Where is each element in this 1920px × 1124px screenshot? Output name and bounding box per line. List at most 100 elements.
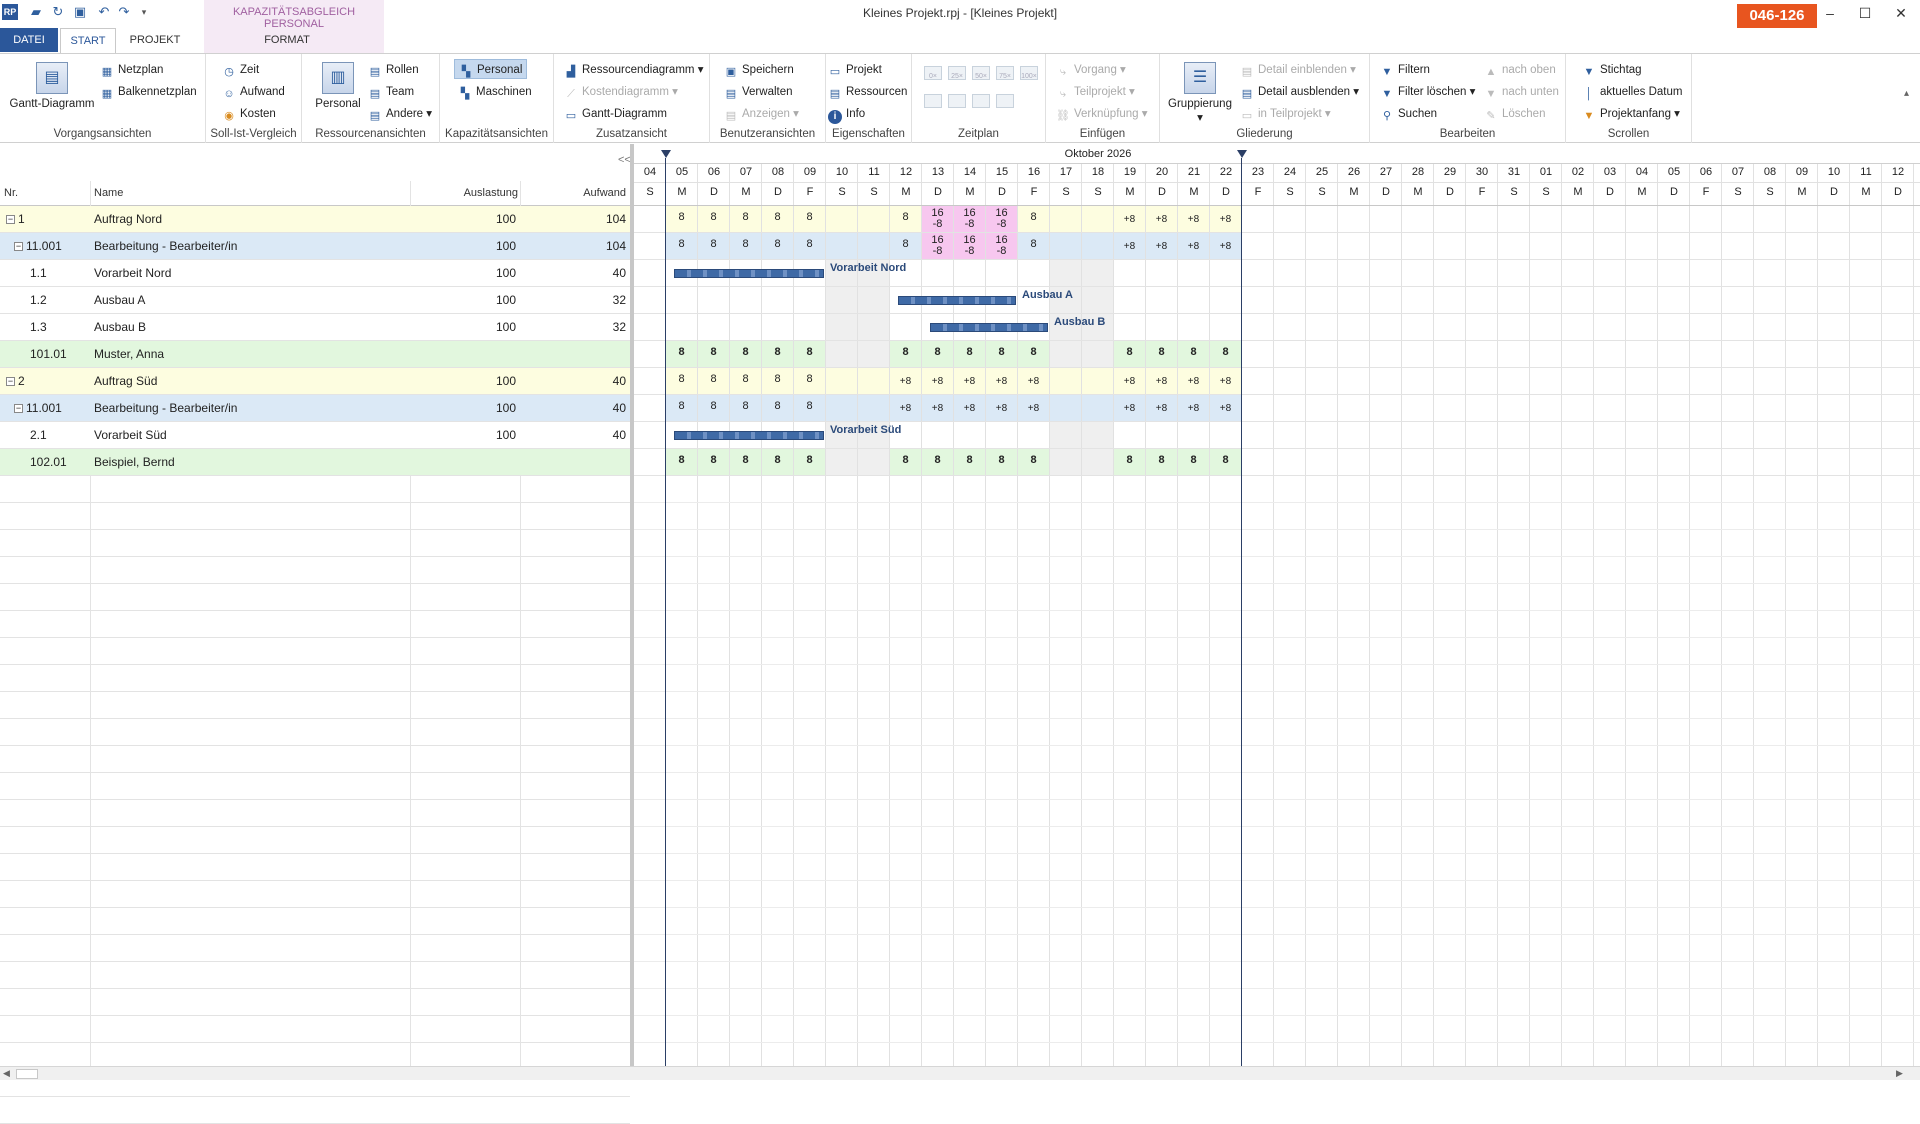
row-gridline (634, 799, 1920, 800)
zoom-75-icon[interactable]: 75× (996, 66, 1014, 80)
ressourcendiagramm-button[interactable]: ▟ Ressourcendiagramm ▾ (564, 60, 704, 80)
personal-table-icon: ▥ (322, 62, 354, 94)
netzplan-button[interactable]: ▦ Netzplan (100, 60, 164, 80)
verknuepfung-insert-button[interactable]: ⛓ Verknüpfung ▾ (1056, 104, 1148, 124)
schedule-tool-2-icon[interactable] (948, 94, 966, 108)
tab-start[interactable]: START (60, 28, 116, 54)
kapazitaet-personal-button[interactable]: ▚ Personal (454, 59, 528, 79)
cell-name: Vorarbeit Süd (94, 428, 167, 442)
table-row[interactable]: −2 Auftrag Süd 100 40 (0, 368, 630, 395)
schedule-tool-4-icon[interactable] (996, 94, 1014, 108)
scroll-right-icon[interactable]: ▶ (1896, 1068, 1903, 1079)
timescale-day-number: 20 (1155, 166, 1169, 178)
scroll-thumb[interactable] (16, 1069, 38, 1079)
table-row[interactable]: −11.001 Bearbeitung - Bearbeiter/in 100 104 (0, 233, 630, 260)
column-header-auslastung[interactable]: Auslastung (410, 187, 518, 199)
verwalten-button[interactable]: ▤ Verwalten (724, 82, 793, 102)
personal-view-button[interactable]: ▥ Personal (312, 62, 364, 110)
timescale-weekday: D (1894, 186, 1902, 198)
zoom-25-icon[interactable]: 25× (948, 66, 966, 80)
gantt-task-bar[interactable] (674, 431, 824, 440)
badge-code: 046-126 (1737, 4, 1817, 28)
maschinen-button[interactable]: ▚ Maschinen (458, 82, 532, 102)
aufwand-button[interactable]: ☺ Aufwand (222, 82, 284, 102)
andere-button[interactable]: ▤ Andere ▾ (368, 104, 432, 124)
group-label: Soll-Ist-Vergleich (210, 128, 297, 140)
capacity-cell-bg (1050, 206, 1081, 232)
column-header-nr[interactable]: Nr. (4, 187, 18, 199)
in-teilprojekt-button[interactable]: ▭ in Teilprojekt ▾ (1240, 104, 1331, 124)
info-button[interactable]: i Info (828, 104, 865, 124)
row-gridline (634, 502, 1920, 503)
ressourcen-properties-button[interactable]: ▤ Ressourcen (828, 82, 908, 102)
tab-format[interactable]: FORMAT (256, 28, 318, 52)
vorgang-insert-button[interactable]: ⤷ Vorgang ▾ (1056, 60, 1126, 80)
collapse-toggle-icon[interactable]: − (14, 404, 23, 413)
table-row[interactable]: 1.1 Vorarbeit Nord 100 40 (0, 260, 630, 287)
minimize-icon[interactable]: – (1815, 2, 1845, 24)
table-row[interactable]: −1 Auftrag Nord 100 104 (0, 206, 630, 233)
table-row[interactable]: 1.2 Ausbau A 100 32 (0, 287, 630, 314)
speichern-button[interactable]: ▣ Speichern (724, 60, 794, 80)
stichtag-button[interactable]: ▼ Stichtag (1582, 60, 1642, 80)
projektanfang-button[interactable]: ▼ Projektanfang ▾ (1582, 104, 1680, 124)
cell-aufwand: 40 (612, 266, 626, 280)
team-button[interactable]: ▤ Team (368, 82, 414, 102)
range-end-marker-icon[interactable] (1237, 150, 1247, 158)
gantt-task-bar[interactable] (674, 269, 824, 278)
column-header-name[interactable]: Name (94, 187, 123, 199)
table-row[interactable]: 101.01 Muster, Anna (0, 341, 630, 368)
table-row[interactable]: 1.3 Ausbau B 100 32 (0, 314, 630, 341)
detail-ausblenden-button[interactable]: ▤ Detail ausblenden ▾ (1240, 82, 1359, 102)
zusatz-gantt-button[interactable]: ▭ Gantt-Diagramm (564, 104, 667, 124)
kostendiagramm-button[interactable]: ⟋ Kostendiagramm ▾ (564, 82, 678, 102)
timescale-day-number: 08 (1763, 166, 1777, 178)
suchen-button[interactable]: ⚲ Suchen (1380, 104, 1437, 124)
collapse-pane-button[interactable]: << (618, 154, 631, 166)
column-header-aufwand[interactable]: Aufwand (520, 187, 626, 199)
teilprojekt-insert-button[interactable]: ⤷ Teilprojekt ▾ (1056, 82, 1135, 102)
kosten-button[interactable]: ◉ Kosten (222, 104, 276, 124)
row-gridline (634, 448, 1920, 449)
day-gridline (1017, 164, 1018, 1066)
collapse-toggle-icon[interactable]: − (6, 377, 15, 386)
loeschen-button[interactable]: ✎ Löschen (1484, 104, 1545, 124)
collapse-toggle-icon[interactable]: − (6, 215, 15, 224)
balkennetzplan-button[interactable]: ▦ Balkennetzplan (100, 82, 197, 102)
zeit-button[interactable]: ◷ Zeit (222, 60, 259, 80)
scroll-left-icon[interactable]: ◀ (3, 1068, 10, 1079)
ribbon-collapse-icon[interactable]: ▴ (1904, 84, 1909, 104)
filtern-button[interactable]: ▼ Filtern (1380, 60, 1430, 80)
projekt-properties-button[interactable]: ▭ Projekt (828, 60, 882, 80)
close-icon[interactable]: ✕ (1886, 2, 1916, 24)
rollen-button[interactable]: ▤ Rollen (368, 60, 419, 80)
group-label: Zusatzansicht (596, 128, 667, 140)
resources-properties-icon: ▤ (829, 88, 841, 100)
zoom-100-icon[interactable]: 100× (1020, 66, 1038, 80)
tab-projekt[interactable]: PROJEKT (124, 28, 186, 52)
capacity-value: 8 (1030, 346, 1037, 358)
nach-oben-button[interactable]: ▲ nach oben (1484, 60, 1556, 80)
table-row[interactable]: 102.01 Beispiel, Bernd (0, 449, 630, 476)
gantt-task-bar[interactable] (898, 296, 1016, 305)
anzeigen-button[interactable]: ▤ Anzeigen ▾ (724, 104, 799, 124)
gantt-diagramm-button[interactable]: ▤ Gantt-Diagramm (6, 62, 98, 110)
zoom-0-icon[interactable]: 0× (924, 66, 942, 80)
gruppierung-button[interactable]: ☰ Gruppierung ▾ (1164, 62, 1236, 124)
detail-einblenden-button[interactable]: ▤ Detail einblenden ▾ (1240, 60, 1356, 80)
horizontal-scrollbar[interactable]: ◀ ▶ (0, 1066, 1920, 1080)
nach-unten-button[interactable]: ▼ nach unten (1484, 82, 1559, 102)
collapse-toggle-icon[interactable]: − (14, 242, 23, 251)
table-row[interactable]: 2.1 Vorarbeit Süd 100 40 (0, 422, 630, 449)
schedule-tool-1-icon[interactable] (924, 94, 942, 108)
filter-loeschen-button[interactable]: ▼ Filter löschen ▾ (1380, 82, 1476, 102)
zoom-50-icon[interactable]: 50× (972, 66, 990, 80)
range-start-marker-icon[interactable] (661, 150, 671, 158)
row-number: 102.01 (30, 455, 67, 469)
gantt-task-bar[interactable] (930, 323, 1048, 332)
aktuelles-datum-button[interactable]: │ aktuelles Datum (1582, 82, 1683, 102)
tab-datei[interactable]: DATEI (0, 28, 58, 52)
table-row[interactable]: −11.001 Bearbeitung - Bearbeiter/in 100 40 (0, 395, 630, 422)
maximize-icon[interactable]: ☐ (1850, 2, 1880, 24)
schedule-tool-3-icon[interactable] (972, 94, 990, 108)
